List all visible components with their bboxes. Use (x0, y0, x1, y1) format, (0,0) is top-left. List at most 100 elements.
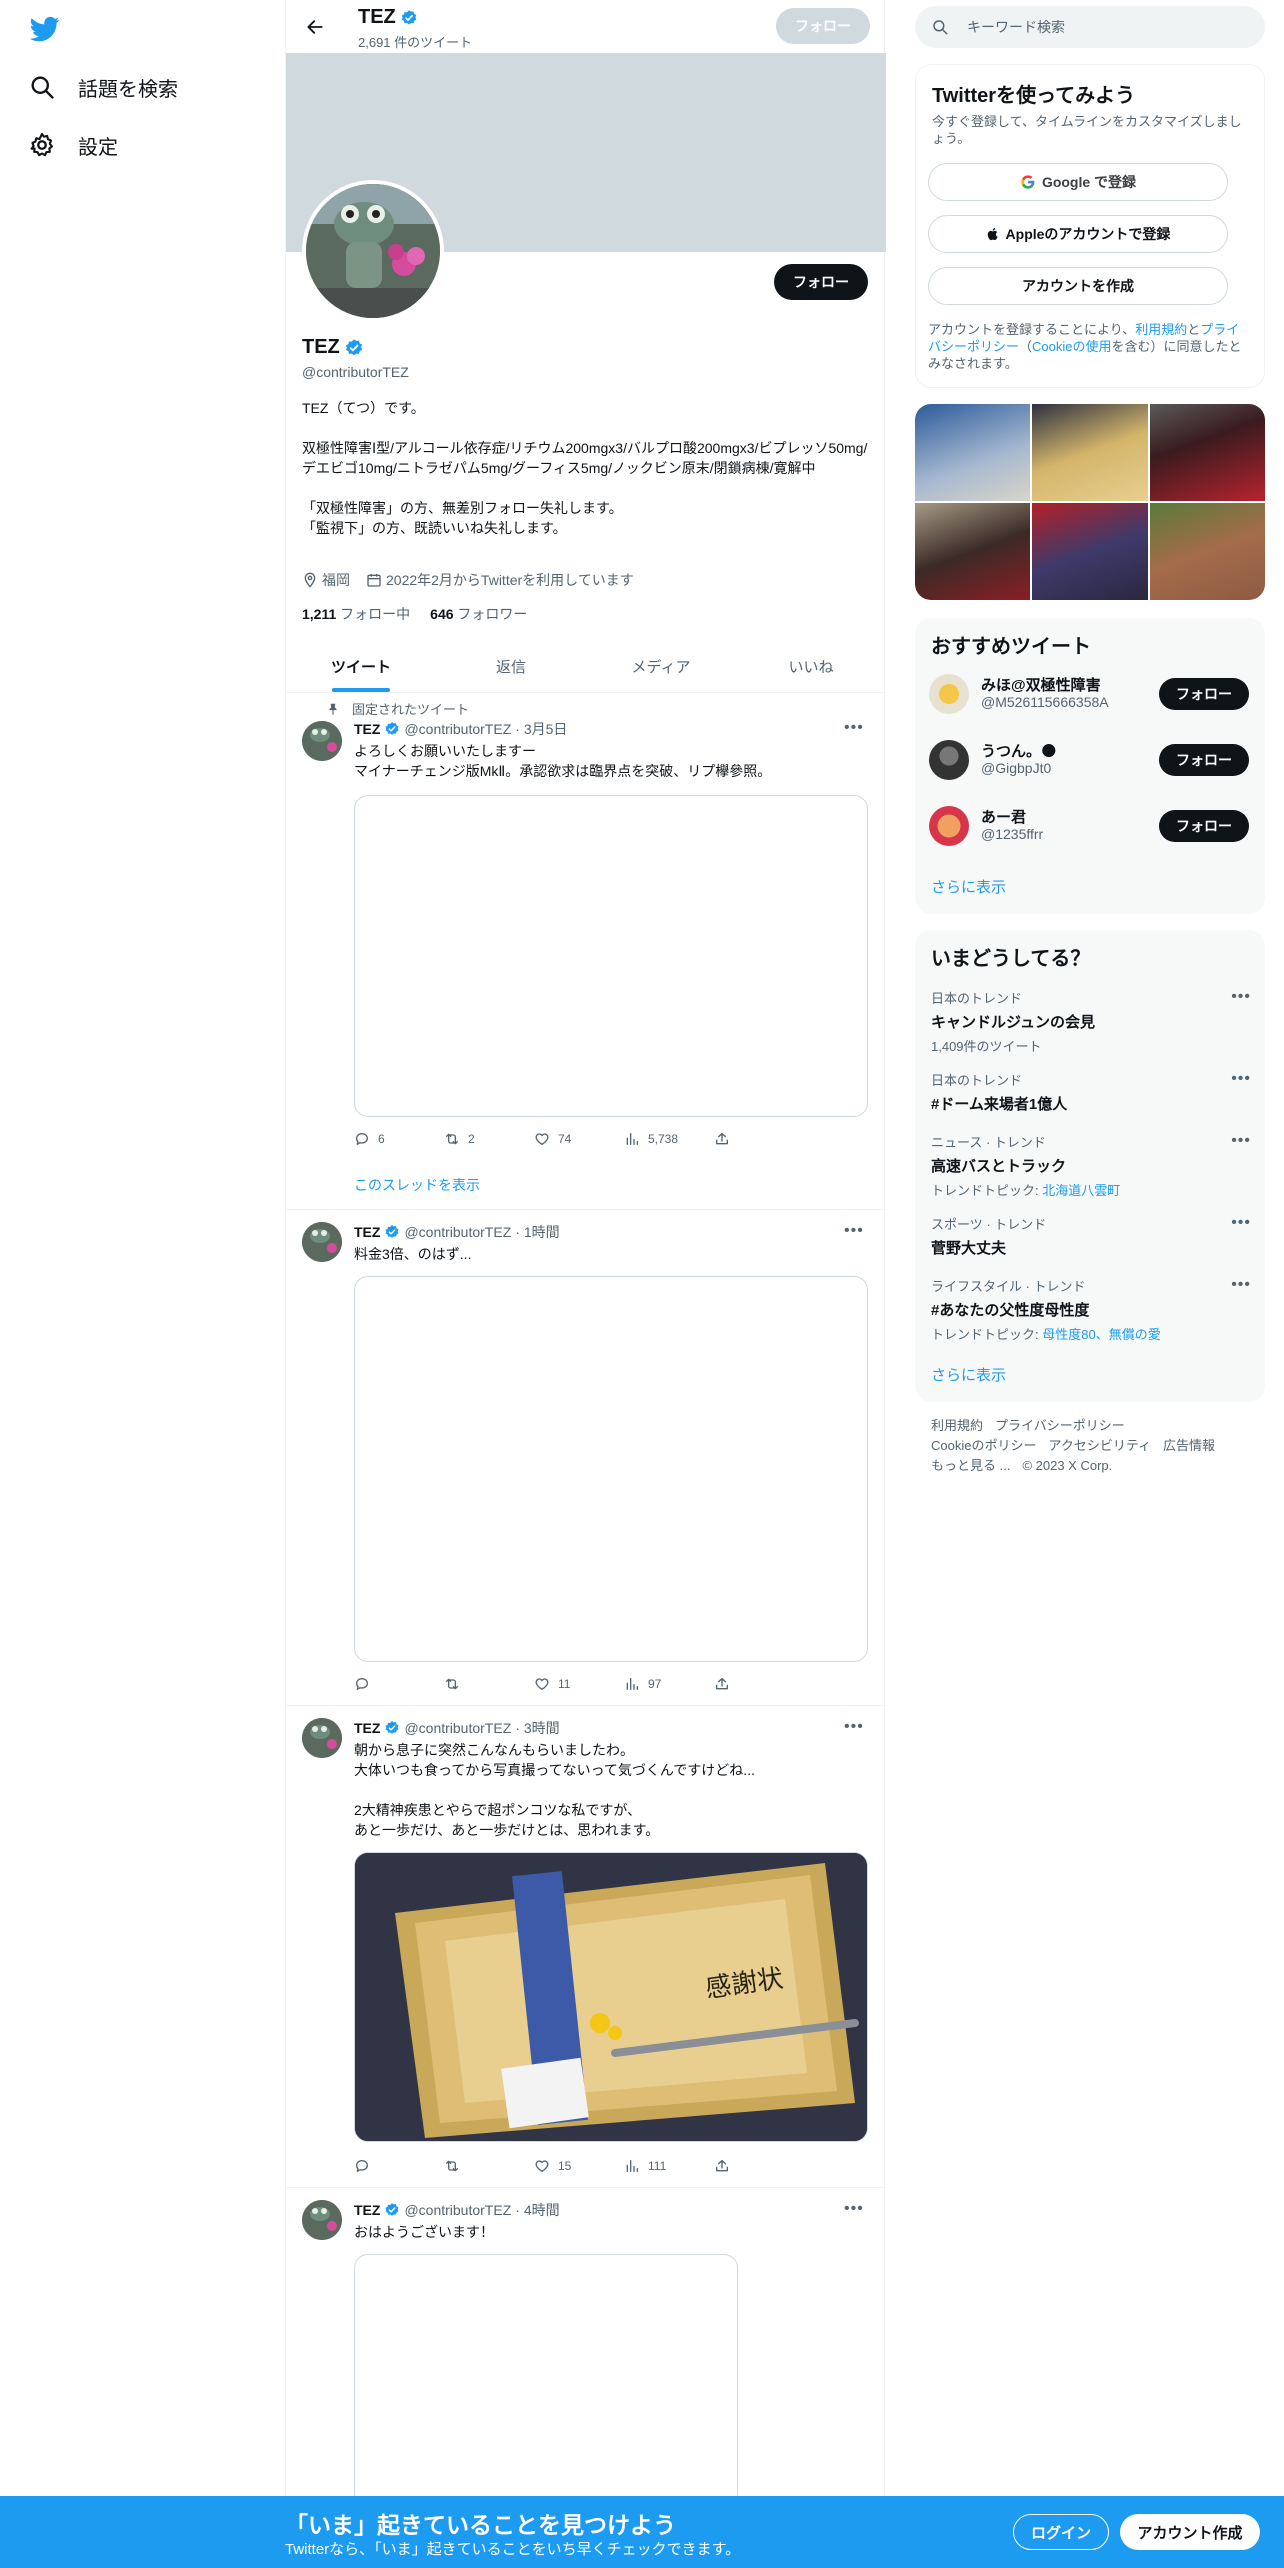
tweet-author-name[interactable]: TEZ (354, 2202, 380, 2218)
back-button[interactable] (300, 12, 330, 42)
google-signup-button[interactable]: Google で登録 (928, 163, 1228, 201)
trend-item[interactable]: ニュース · トレンド 高速バスとトラック トレンドトピック: 北海道八雲町 •… (931, 1132, 1251, 1199)
share-button[interactable] (714, 2156, 730, 2176)
tweet-avatar[interactable] (302, 2200, 342, 2240)
profile-follow-button[interactable]: フォロー (774, 264, 868, 300)
tweet-author-handle[interactable]: @contributorTEZ (404, 2202, 511, 2218)
nav-explore[interactable]: 話題を検索 (28, 62, 178, 112)
tweet-time[interactable]: · 3月5日 (515, 719, 567, 739)
follow-button[interactable]: フォロー (1159, 744, 1249, 776)
reply-button[interactable] (354, 2156, 444, 2176)
trend-topic-link[interactable]: 母性度80、無償の愛 (1042, 1327, 1160, 1342)
reply-button[interactable] (354, 1674, 444, 1694)
footer-link[interactable]: アクセシビリティ (1048, 1438, 1151, 1453)
footer-link[interactable]: 広告情報 (1163, 1438, 1215, 1453)
tab-likes[interactable]: いいね (736, 640, 886, 692)
following-count: 1,211 (302, 606, 337, 622)
tweet-time[interactable]: · 3時間 (515, 1718, 559, 1738)
tweet-avatar[interactable] (302, 721, 342, 761)
views-button[interactable]: 5,738 (624, 1129, 714, 1149)
following-link[interactable]: 1,211 フォロー中 (302, 604, 410, 624)
avatar[interactable] (929, 674, 969, 714)
tweet-author-name[interactable]: TEZ (354, 1224, 380, 1240)
show-thread-link[interactable]: このスレッドを表示 (354, 1175, 480, 1195)
twitter-logo-icon[interactable] (30, 14, 60, 44)
media-thumbnail[interactable] (1149, 404, 1265, 501)
retweet-button[interactable]: 2 (444, 1129, 534, 1149)
terms-link[interactable]: 利用規約 (1135, 322, 1187, 337)
search-input[interactable] (967, 19, 1227, 35)
avatar[interactable] (929, 740, 969, 780)
media-thumbnail[interactable] (915, 404, 1031, 501)
retweet-button[interactable] (444, 1674, 534, 1694)
more-options-icon[interactable]: ••• (1231, 988, 1251, 1006)
tweet-author-name[interactable]: TEZ (354, 721, 380, 737)
recommended-user[interactable]: みほ@双極性障害 @M526115666358A フォロー (929, 670, 1249, 718)
media-thumbnail[interactable] (1149, 503, 1265, 600)
more-options-icon[interactable]: ••• (844, 1222, 868, 1242)
footer-link[interactable]: 利用規約 (931, 1418, 983, 1433)
profile-avatar[interactable] (302, 180, 444, 322)
like-button[interactable]: 74 (534, 1129, 624, 1149)
apple-signup-button[interactable]: Appleのアカウントで登録 (928, 215, 1228, 253)
tweet[interactable]: 固定されたツイート TEZ @contributorTEZ · 3月5日 •••… (286, 693, 886, 1210)
tweet-author-handle[interactable]: @contributorTEZ (404, 721, 511, 737)
footer-link[interactable]: Cookieのポリシー (931, 1438, 1036, 1453)
login-button[interactable]: ログイン (1013, 2514, 1109, 2550)
tweet-avatar[interactable] (302, 1222, 342, 1262)
more-options-icon[interactable]: ••• (844, 2200, 868, 2220)
follow-button[interactable]: フォロー (1159, 678, 1249, 710)
more-options-icon[interactable]: ••• (1231, 1132, 1251, 1150)
media-thumbnail[interactable] (1032, 404, 1148, 501)
recommended-user[interactable]: あー君 @1235ffrr フォロー (929, 802, 1249, 850)
footer-link[interactable]: プライバシーポリシー (995, 1418, 1125, 1433)
tweet-time[interactable]: · 1時間 (515, 1222, 559, 1242)
signup-button[interactable]: アカウント作成 (1120, 2514, 1260, 2550)
avatar[interactable] (929, 806, 969, 846)
trend-item[interactable]: 日本のトレンド #ドーム来場者1億人 ••• (931, 1070, 1251, 1114)
tab-replies[interactable]: 返信 (436, 640, 586, 692)
tweet-photo[interactable]: 感謝状 (354, 1852, 868, 2142)
tab-media[interactable]: メディア (586, 640, 736, 692)
media-thumbnail[interactable] (1032, 503, 1148, 600)
more-options-icon[interactable]: ••• (844, 1718, 868, 1738)
retweet-button[interactable] (444, 2156, 534, 2176)
create-account-button[interactable]: アカウントを作成 (928, 267, 1228, 305)
follow-button[interactable]: フォロー (1159, 810, 1249, 842)
tab-tweets[interactable]: ツイート (286, 640, 436, 692)
trend-topic-link[interactable]: 北海道八雲町 (1042, 1183, 1120, 1198)
like-button[interactable]: 15 (534, 2156, 624, 2176)
recommended-user[interactable]: うつん。🌑 @GigbpJt0 フォロー (929, 736, 1249, 784)
tweet-avatar[interactable] (302, 1718, 342, 1758)
show-more-link[interactable]: さらに表示 (931, 876, 1006, 897)
more-options-icon[interactable]: ••• (1231, 1276, 1251, 1294)
tweet-author-name[interactable]: TEZ (354, 1720, 380, 1736)
reply-button[interactable]: 6 (354, 1129, 444, 1149)
like-button[interactable]: 11 (534, 1674, 624, 1694)
tweet-media-embed[interactable] (354, 795, 868, 1117)
nav-settings[interactable]: 設定 (28, 120, 118, 170)
more-options-icon[interactable]: ••• (1231, 1214, 1251, 1232)
tweet[interactable]: TEZ @contributorTEZ · 1時間 ••• 料金3倍、のはず..… (286, 1210, 886, 1706)
more-options-icon[interactable]: ••• (844, 719, 868, 739)
search-box[interactable] (915, 6, 1265, 48)
followers-link[interactable]: 646 フォロワー (430, 604, 527, 624)
tweet[interactable]: TEZ @contributorTEZ · 3時間 ••• 朝から息子に突然こん… (286, 1706, 886, 2188)
trend-item[interactable]: スポーツ · トレンド 菅野大丈夫 ••• (931, 1214, 1251, 1258)
views-button[interactable]: 111 (624, 2156, 714, 2176)
show-more-link[interactable]: さらに表示 (931, 1364, 1006, 1385)
share-button[interactable] (714, 1129, 730, 1149)
share-button[interactable] (714, 1674, 730, 1694)
cookie-link[interactable]: Cookieの使用 (1032, 339, 1111, 354)
footer-link[interactable]: もっと見る ... (931, 1458, 1010, 1473)
tweet-time[interactable]: · 4時間 (515, 2200, 559, 2220)
trend-item[interactable]: ライフスタイル · トレンド #あなたの父性度母性度 トレンドトピック: 母性度… (931, 1276, 1251, 1343)
header-follow-button[interactable]: フォロー (776, 8, 870, 44)
tweet-author-handle[interactable]: @contributorTEZ (404, 1224, 511, 1240)
trend-item[interactable]: 日本のトレンド キャンドルジュンの会見 1,409件のツイート ••• (931, 988, 1251, 1055)
media-thumbnail[interactable] (915, 503, 1031, 600)
more-options-icon[interactable]: ••• (1231, 1070, 1251, 1088)
tweet-author-handle[interactable]: @contributorTEZ (404, 1720, 511, 1736)
views-button[interactable]: 97 (624, 1674, 714, 1694)
tweet-media-embed[interactable] (354, 1276, 868, 1662)
